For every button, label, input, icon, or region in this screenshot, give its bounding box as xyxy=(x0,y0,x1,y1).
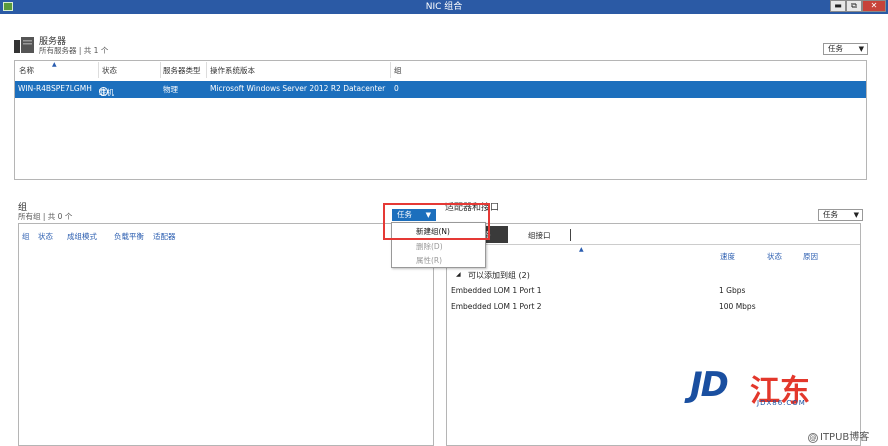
column-header-groups[interactable]: 组 xyxy=(394,65,402,76)
maximize-button[interactable]: ⧉ xyxy=(846,0,862,12)
title-bar: NIC 组合 ▬ ⧉ ✕ xyxy=(0,0,888,14)
menu-item-delete[interactable]: 删除(D) xyxy=(416,241,443,252)
column-header-reason[interactable]: 原因 xyxy=(803,251,818,262)
adapter-row[interactable]: Embedded LOM 1 Port 2 100 Mbps xyxy=(447,301,860,315)
close-button[interactable]: ✕ xyxy=(862,0,886,12)
chevron-down-icon: ▼ xyxy=(858,45,864,53)
column-header-group[interactable]: 组 xyxy=(22,231,30,242)
adapters-task-button[interactable]: 任务 ▼ xyxy=(818,209,863,221)
groups-panel xyxy=(18,223,434,446)
server-row[interactable]: WIN-R4BSPE7LGMH ↑ 联机 物理 Microsoft Windows… xyxy=(15,81,866,98)
column-header-load-balancing[interactable]: 负载平衡 xyxy=(114,231,144,242)
column-header-adapter-status[interactable]: 状态 xyxy=(767,251,782,262)
column-header-server-type[interactable]: 服务器类型 xyxy=(163,65,201,76)
column-header-speed[interactable]: 速度 xyxy=(720,251,735,262)
adapter-speed: 1 Gbps xyxy=(719,286,746,295)
server-type: 物理 xyxy=(163,85,178,94)
column-header-teaming-mode[interactable]: 成组模式 xyxy=(67,231,97,242)
adapter-group-header: 可以添加到组 (2) xyxy=(468,271,530,280)
column-header-status[interactable]: 状态 xyxy=(102,65,117,76)
servers-subtitle: 所有服务器 | 共 1 个 xyxy=(39,46,109,55)
adapter-name: Embedded LOM 1 Port 2 xyxy=(451,302,542,311)
adapter-speed: 100 Mbps xyxy=(719,302,756,311)
column-header-group-status[interactable]: 状态 xyxy=(38,231,53,242)
servers-panel xyxy=(14,60,867,180)
task-button-label: 任务 xyxy=(828,44,843,53)
task-button-label: 任务 xyxy=(823,210,838,219)
tab-team-interfaces[interactable]: 组接口 xyxy=(528,230,551,241)
itpub-logo-icon: @ xyxy=(808,433,818,443)
column-header-name[interactable]: 名称 xyxy=(19,65,34,76)
server-name: WIN-R4BSPE7LGMH xyxy=(18,84,92,93)
highlight-box xyxy=(383,203,490,240)
groups-subtitle: 所有组 | 共 0 个 xyxy=(18,212,73,221)
adapter-name: Embedded LOM 1 Port 1 xyxy=(451,286,542,295)
column-header-adapters[interactable]: 适配器 xyxy=(153,231,176,242)
server-os: Microsoft Windows Server 2012 R2 Datacen… xyxy=(210,84,386,93)
servers-task-button[interactable]: 任务 ▼ xyxy=(823,43,868,55)
watermark-itpub: @ ITPUB博客 xyxy=(808,428,869,443)
server-icon xyxy=(14,37,34,53)
server-groups-count: 0 xyxy=(394,84,399,93)
watermark-domain: JDX86.COM xyxy=(757,399,806,407)
minimize-button[interactable]: ▬ xyxy=(830,0,846,12)
chevron-down-icon: ▼ xyxy=(853,211,859,219)
sort-ascending-icon[interactable]: ▲ xyxy=(579,246,584,253)
server-status-text: 联机 xyxy=(99,88,114,97)
sort-ascending-icon[interactable]: ▲ xyxy=(52,61,57,68)
itpub-text: ITPUB博客 xyxy=(820,432,870,443)
window-title: NIC 组合 xyxy=(425,2,463,12)
watermark-logo-jd: JD xyxy=(690,365,729,405)
adapters-panel xyxy=(446,223,861,446)
adapter-row[interactable]: Embedded LOM 1 Port 1 1 Gbps xyxy=(447,285,860,299)
text-cursor xyxy=(570,229,571,241)
menu-item-properties[interactable]: 属性(R) xyxy=(416,255,442,266)
collapse-triangle-icon[interactable]: ◢ xyxy=(456,271,461,278)
column-header-os-version[interactable]: 操作系统版本 xyxy=(210,65,255,76)
